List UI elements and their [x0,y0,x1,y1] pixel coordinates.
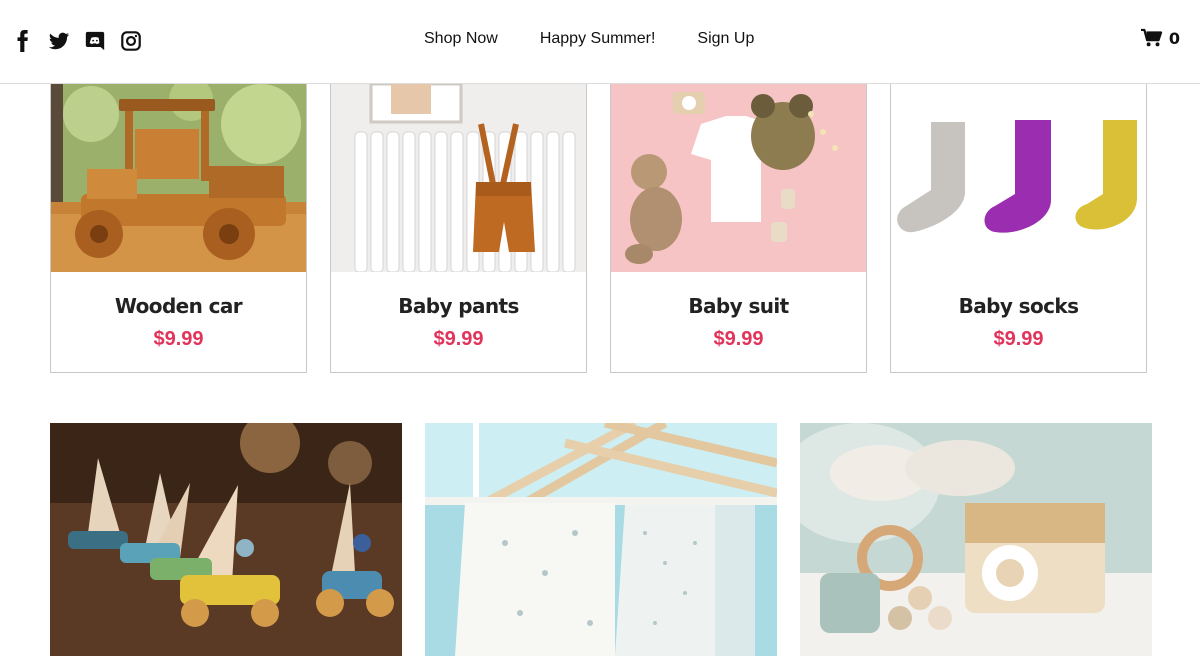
cart-icon [1140,28,1163,47]
product-card-baby-suit[interactable]: Baby suit $9.99 [610,84,867,373]
product-name: Baby suit [688,294,789,318]
facebook-icon[interactable] [12,30,34,52]
banner-clothes-rack[interactable] [425,423,777,656]
product-image-wooden-car [51,84,306,272]
nav-shop-now[interactable]: Shop Now [424,30,498,48]
product-name: Baby pants [398,294,519,318]
product-price: $9.99 [993,328,1044,350]
cart-button[interactable]: 0 [1140,28,1180,48]
nav-happy-summer[interactable]: Happy Summer! [540,30,656,48]
instagram-icon[interactable] [120,30,142,52]
site-header: Shop Now Happy Summer! Sign Up 0 [0,0,1200,84]
product-image-baby-suit [611,84,866,272]
product-price: $9.99 [713,328,764,350]
product-image-baby-socks [891,84,1146,272]
product-price: $9.99 [433,328,484,350]
product-card-wooden-car[interactable]: Wooden car $9.99 [50,84,307,373]
social-links [12,30,142,52]
nav-sign-up[interactable]: Sign Up [697,30,754,48]
banner-baby-toys[interactable] [800,423,1152,656]
product-image-baby-pants [331,84,586,272]
product-name: Baby socks [958,294,1079,318]
product-price: $9.99 [153,328,204,350]
product-card-baby-socks[interactable]: Baby socks $9.99 [890,84,1147,373]
main-nav: Shop Now Happy Summer! Sign Up [424,30,754,48]
product-card-baby-pants[interactable]: Baby pants $9.99 [330,84,587,373]
banner-wooden-boats[interactable] [50,423,402,656]
cart-count: 0 [1168,28,1180,48]
twitter-icon[interactable] [48,30,70,52]
product-name: Wooden car [114,294,243,318]
discord-icon[interactable] [84,30,106,52]
